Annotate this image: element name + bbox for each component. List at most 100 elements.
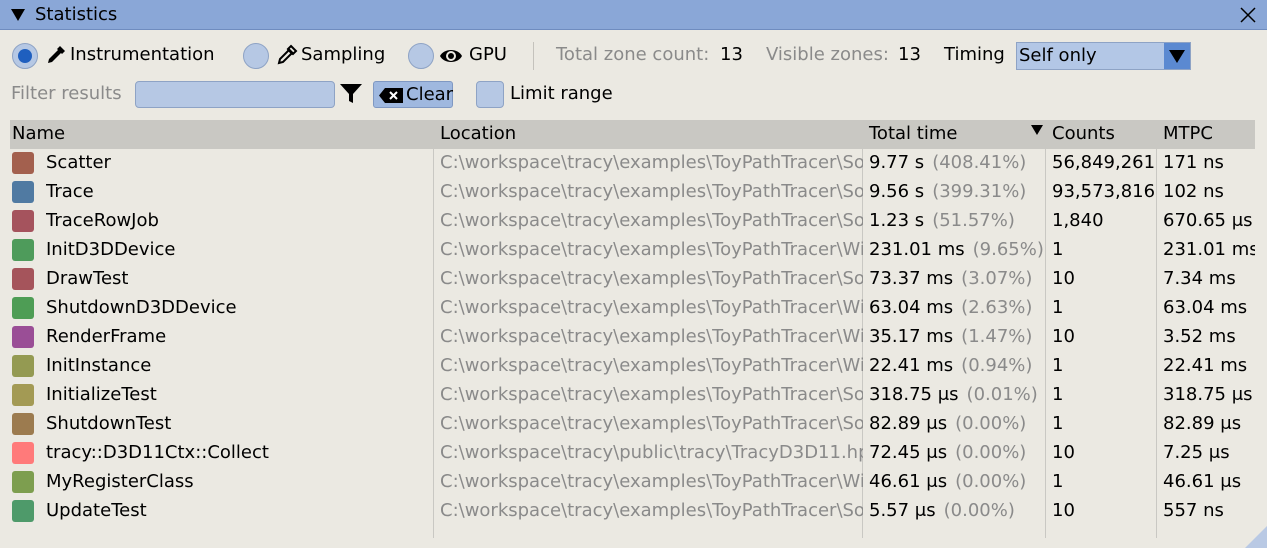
zone-count: 1 [1052, 355, 1064, 376]
chevron-down-icon [1169, 50, 1185, 63]
zone-total-time: 73.37 ms (3.07%) [869, 268, 1049, 289]
table-row[interactable]: RenderFrame C:\workspace\tracy\examples\T… [10, 323, 1255, 352]
mode-label-sampling[interactable]: Sampling [301, 44, 385, 65]
zone-time-percent: (399.31%) [932, 181, 1027, 202]
table-row[interactable]: TraceRowJob C:\workspace\tracy\examples\T… [10, 207, 1255, 236]
radio-gpu[interactable] [408, 43, 434, 69]
zone-time-percent: (0.00%) [955, 471, 1027, 492]
zone-name[interactable]: RenderFrame [46, 326, 436, 347]
clear-button[interactable]: Clear [373, 81, 453, 108]
zone-location[interactable]: C:\workspace\tracy\public\tracy\TracyD3D… [440, 442, 863, 463]
zone-total-time: 46.61 μs (0.00%) [869, 471, 1049, 492]
zone-location[interactable]: C:\workspace\tracy\examples\ToyPathTrace… [440, 500, 863, 521]
zone-color-swatch [12, 500, 34, 522]
collapse-triangle-icon[interactable] [11, 8, 25, 22]
zone-name[interactable]: UpdateTest [46, 500, 436, 521]
zone-location[interactable]: C:\workspace\tracy\examples\ToyPathTrace… [440, 413, 863, 434]
zone-location[interactable]: C:\workspace\tracy\examples\ToyPathTrace… [440, 181, 863, 202]
zone-location[interactable]: C:\workspace\tracy\examples\ToyPathTrace… [440, 152, 863, 173]
zone-count: 10 [1052, 442, 1075, 463]
zone-name[interactable]: InitD3DDevice [46, 239, 436, 260]
table-row[interactable]: tracy::D3D11Ctx::Collect C:\workspace\tra… [10, 439, 1255, 468]
zone-time-value: 46.61 μs [869, 471, 948, 492]
zone-time-value: 22.41 ms [869, 355, 954, 376]
zone-total-time: 82.89 μs (0.00%) [869, 413, 1049, 434]
zone-time-percent: (9.65%) [972, 239, 1044, 260]
zone-name[interactable]: Trace [46, 181, 436, 202]
zone-name[interactable]: ShutdownD3DDevice [46, 297, 436, 318]
zone-color-swatch [12, 181, 34, 203]
table-row[interactable]: Trace C:\workspace\tracy\examples\ToyPath… [10, 178, 1255, 207]
zone-total-time: 22.41 ms (0.94%) [869, 355, 1049, 376]
zone-mtpc: 171 ns [1163, 152, 1224, 173]
zone-total-time: 9.56 s (399.31%) [869, 181, 1049, 202]
zone-name[interactable]: TraceRowJob [46, 210, 436, 231]
table-row[interactable]: ShutdownD3DDevice C:\workspace\tracy\exam… [10, 294, 1255, 323]
zone-color-swatch [12, 210, 34, 232]
eyedropper-icon [277, 44, 298, 65]
timing-select[interactable]: Self only [1016, 42, 1191, 70]
table-row[interactable]: UpdateTest C:\workspace\tracy\examples\To… [10, 497, 1255, 526]
zone-time-value: 9.56 s [869, 181, 925, 202]
mode-label-instrumentation[interactable]: Instrumentation [70, 44, 215, 65]
column-header-counts[interactable]: Counts [1052, 123, 1115, 144]
zone-location[interactable]: C:\workspace\tracy\examples\ToyPathTrace… [440, 355, 863, 376]
zone-color-swatch [12, 326, 34, 348]
zone-total-time: 5.57 μs (0.00%) [869, 500, 1049, 521]
table-row[interactable]: InitializeTest C:\workspace\tracy\example… [10, 381, 1255, 410]
zone-name[interactable]: DrawTest [46, 268, 436, 289]
column-header-mtpc[interactable]: MTPC [1163, 123, 1213, 144]
zone-time-percent: (0.00%) [955, 413, 1027, 434]
table-row[interactable]: MyRegisterClass C:\workspace\tracy\exampl… [10, 468, 1255, 497]
table-row[interactable]: ShutdownTest C:\workspace\tracy\examples\… [10, 410, 1255, 439]
zone-time-percent: (1.47%) [961, 326, 1033, 347]
zone-location[interactable]: C:\workspace\tracy\examples\ToyPathTrace… [440, 297, 863, 318]
mode-label-gpu[interactable]: GPU [469, 44, 507, 65]
column-header-total-time[interactable]: Total time [869, 123, 957, 144]
zone-time-value: 1.23 s [869, 210, 925, 231]
filter-icon[interactable] [340, 84, 362, 104]
column-header-location[interactable]: Location [440, 123, 516, 144]
zone-count: 1 [1052, 413, 1064, 434]
zone-mtpc: 318.75 μs [1163, 384, 1253, 405]
zone-total-time: 72.45 μs (0.00%) [869, 442, 1049, 463]
filter-input[interactable] [135, 81, 335, 108]
limit-range-label[interactable]: Limit range [510, 83, 613, 104]
zone-location[interactable]: C:\workspace\tracy\examples\ToyPathTrace… [440, 210, 863, 231]
zone-total-time: 35.17 ms (1.47%) [869, 326, 1049, 347]
zone-location[interactable]: C:\workspace\tracy\examples\ToyPathTrace… [440, 268, 863, 289]
zone-location[interactable]: C:\workspace\tracy\examples\ToyPathTrace… [440, 384, 863, 405]
zone-count: 10 [1052, 500, 1075, 521]
table-row[interactable]: InitD3DDevice C:\workspace\tracy\examples… [10, 236, 1255, 265]
zone-time-percent: (51.57%) [932, 210, 1015, 231]
zone-mtpc: 46.61 μs [1163, 471, 1242, 492]
radio-instrumentation[interactable] [12, 43, 38, 69]
zone-name[interactable]: ShutdownTest [46, 413, 436, 434]
zone-mtpc: 557 ns [1163, 500, 1224, 521]
zone-name[interactable]: MyRegisterClass [46, 471, 436, 492]
zone-name[interactable]: InitInstance [46, 355, 436, 376]
column-header-name[interactable]: Name [12, 123, 65, 144]
zone-time-value: 5.57 μs [869, 500, 936, 521]
limit-range-checkbox[interactable] [476, 81, 504, 108]
table-row[interactable]: DrawTest C:\workspace\tracy\examples\ToyP… [10, 265, 1255, 294]
zone-name[interactable]: Scatter [46, 152, 436, 173]
zone-count: 1 [1052, 297, 1064, 318]
zone-location[interactable]: C:\workspace\tracy\examples\ToyPathTrace… [440, 326, 863, 347]
resize-grip-icon[interactable] [1245, 526, 1267, 548]
zone-name[interactable]: InitializeTest [46, 384, 436, 405]
zone-name[interactable]: tracy::D3D11Ctx::Collect [46, 442, 436, 463]
table-row[interactable]: Scatter C:\workspace\tracy\examples\ToyPa… [10, 149, 1255, 178]
mode-toolbar: Instrumentation Sampling GPU Total zone … [0, 40, 1267, 72]
zone-time-percent: (408.41%) [932, 152, 1027, 173]
radio-sampling[interactable] [243, 43, 269, 69]
zone-color-swatch [12, 239, 34, 261]
timing-label: Timing [944, 44, 1005, 65]
zone-location[interactable]: C:\workspace\tracy\examples\ToyPathTrace… [440, 471, 863, 492]
clear-button-label: Clear [406, 84, 454, 105]
zone-color-swatch [12, 442, 34, 464]
close-icon[interactable] [1239, 6, 1257, 24]
table-row[interactable]: InitInstance C:\workspace\tracy\examples\… [10, 352, 1255, 381]
zone-location[interactable]: C:\workspace\tracy\examples\ToyPathTrace… [440, 239, 863, 260]
dropdown-arrow[interactable] [1164, 43, 1190, 69]
